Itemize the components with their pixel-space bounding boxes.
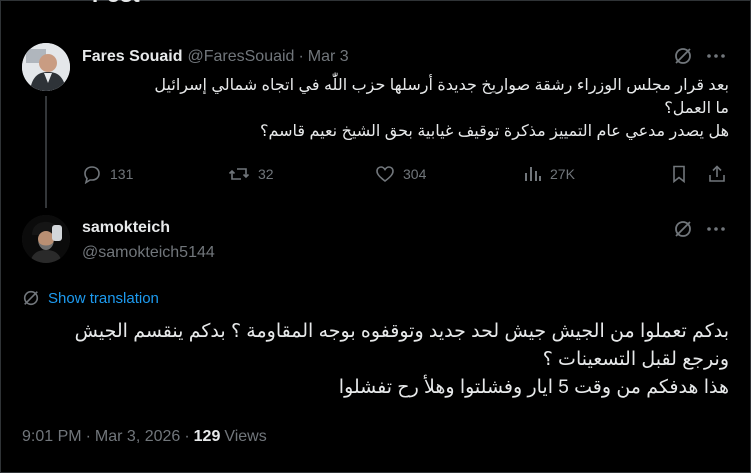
reply-button[interactable]: 131 [82,164,133,184]
grok-icon[interactable] [673,46,693,66]
parent-text-line: بعد قرار مجلس الوزراء رشقة صواريخ جديدة … [154,77,729,94]
parent-date[interactable]: Mar 3 [308,48,349,66]
main-avatar[interactable] [22,215,70,263]
show-translation-link[interactable]: Show translation [22,289,159,307]
parent-handle[interactable]: @FaresSouaid [187,48,294,66]
parent-avatar[interactable] [22,43,70,91]
post-views-label: Views [224,428,267,445]
main-text-line: هذا هدفكم من وقت 5 ايار وفشلتوا وهلأ رح … [338,377,729,398]
parent-avatar-image [22,43,70,91]
main-text-line: ونرجع لقبل التسعينات ؟ [542,349,729,370]
translate-icon [23,290,39,306]
post-date[interactable]: Mar 3, 2026 [95,428,180,446]
like-icon [376,166,394,183]
like-button[interactable]: 304 [375,164,426,184]
repost-count: 32 [258,166,274,182]
parent-text-line: ما العمل؟ [664,100,729,117]
repost-icon [228,168,250,180]
post-time[interactable]: 9:01 PM [22,428,82,446]
reply-icon [84,166,100,184]
parent-post-text: بعد قرار مجلس الوزراء رشقة صواريخ جديدة … [89,74,729,143]
reply-count: 131 [110,166,134,182]
main-display-name[interactable]: samokteich [82,219,170,237]
show-translation-label: Show translation [48,289,159,307]
parent-header: Fares Souaid @FaresSouaid · Mar 3 [82,46,349,68]
bookmark-icon[interactable] [669,164,689,184]
main-post-text: بدكم تعملوا من الجيش جيش لحد جديد وتوقفو… [19,318,729,402]
parent-text-line: هل يصدر مدعي عام التمييز مذكرة توقيف غيا… [259,123,729,140]
page-title: Post [92,0,140,8]
more-icon[interactable] [705,46,727,66]
post-separator: · [184,428,190,445]
views-button[interactable]: 27K [522,164,575,184]
views-count: 27K [550,166,575,182]
like-count: 304 [403,166,427,182]
post-views-count: 129 [193,428,221,445]
share-icon[interactable] [707,164,727,184]
more-icon[interactable] [705,219,727,239]
main-avatar-image [22,215,70,263]
parent-display-name[interactable]: Fares Souaid [82,48,182,66]
post-timestamp-row: 9:01 PM · Mar 3, 2026 · 129 Views [22,428,267,446]
thread-line [45,96,47,208]
repost-button[interactable]: 32 [228,164,274,184]
post-separator: · [85,428,91,445]
parent-separator: · [298,48,304,65]
main-text-line: بدكم تعملوا من الجيش جيش لحد جديد وتوقفو… [74,321,729,342]
main-handle[interactable]: @samokteich5144 [82,244,215,262]
grok-icon[interactable] [673,219,693,239]
views-icon [525,167,541,181]
